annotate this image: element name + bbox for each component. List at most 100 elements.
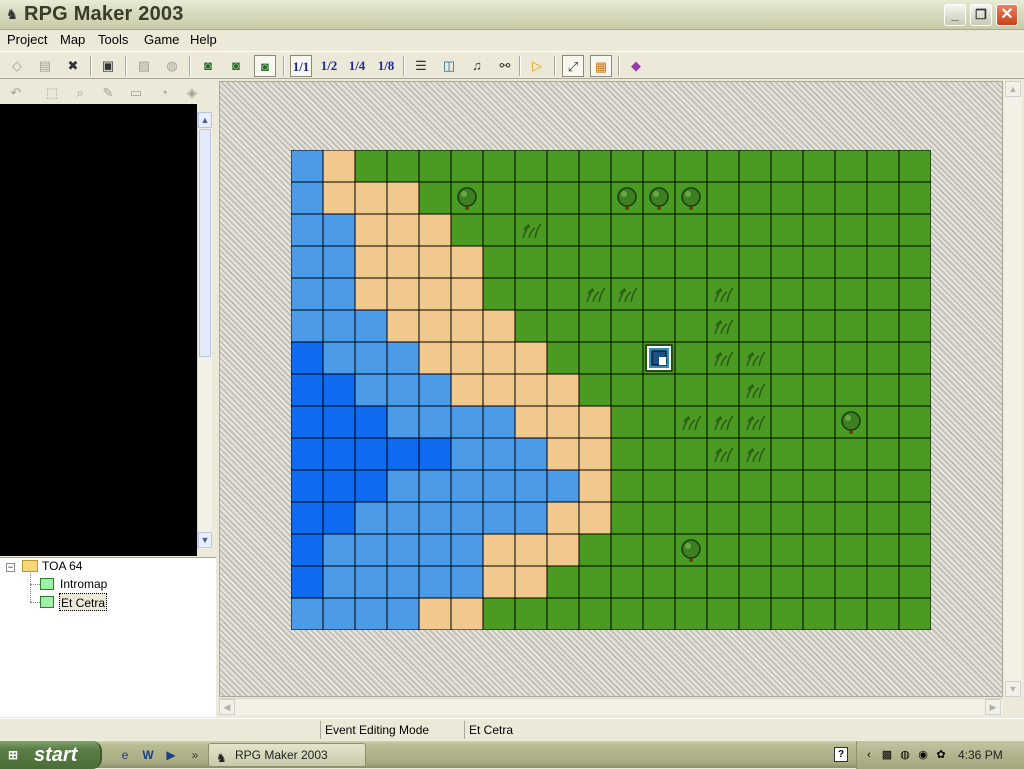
tile-palette[interactable] bbox=[0, 104, 197, 556]
tile-palette-scrollbar[interactable]: ▲ ▼ bbox=[197, 112, 212, 549]
map-tile[interactable] bbox=[835, 598, 867, 630]
map-tile[interactable] bbox=[771, 470, 803, 502]
map-tile[interactable] bbox=[707, 566, 739, 598]
minimize-button[interactable]: _ bbox=[944, 4, 966, 26]
map-tile[interactable] bbox=[387, 470, 419, 502]
map-tile[interactable] bbox=[643, 246, 675, 278]
map-tile[interactable] bbox=[675, 278, 707, 310]
map-tile[interactable] bbox=[451, 246, 483, 278]
map-tile[interactable] bbox=[803, 374, 835, 406]
map-tile[interactable] bbox=[547, 278, 579, 310]
map-tile[interactable] bbox=[547, 566, 579, 598]
map-tile[interactable] bbox=[323, 246, 355, 278]
map-tile[interactable] bbox=[547, 342, 579, 374]
map-tile[interactable] bbox=[835, 566, 867, 598]
map-tile[interactable] bbox=[547, 214, 579, 246]
map-tile[interactable] bbox=[419, 406, 451, 438]
map-tile[interactable] bbox=[739, 374, 771, 406]
map-grid[interactable] bbox=[291, 150, 931, 630]
map-tile[interactable] bbox=[899, 246, 931, 278]
search-icon[interactable]: ⚯ bbox=[494, 55, 516, 77]
map-tile[interactable] bbox=[611, 342, 643, 374]
map-tile[interactable] bbox=[291, 310, 323, 342]
map-tile[interactable] bbox=[707, 598, 739, 630]
map-tile[interactable] bbox=[643, 150, 675, 182]
zoom-1-2-icon[interactable]: 1/2 bbox=[318, 55, 340, 77]
map-tile[interactable] bbox=[835, 374, 867, 406]
map-tile[interactable] bbox=[387, 214, 419, 246]
map-tile[interactable] bbox=[611, 246, 643, 278]
map-tile[interactable] bbox=[739, 406, 771, 438]
map-tile[interactable] bbox=[643, 278, 675, 310]
map-tile[interactable] bbox=[739, 438, 771, 470]
map-tile[interactable] bbox=[835, 310, 867, 342]
map-tile[interactable] bbox=[323, 406, 355, 438]
map-tile[interactable] bbox=[739, 534, 771, 566]
map-tile[interactable] bbox=[707, 470, 739, 502]
map-tile[interactable] bbox=[707, 342, 739, 374]
map-tile[interactable] bbox=[675, 310, 707, 342]
map-tile[interactable] bbox=[739, 150, 771, 182]
map-tile[interactable] bbox=[419, 374, 451, 406]
map-tile[interactable] bbox=[355, 342, 387, 374]
map-tile[interactable] bbox=[899, 214, 931, 246]
map-tile[interactable] bbox=[515, 502, 547, 534]
map-tile[interactable] bbox=[323, 470, 355, 502]
menu-project[interactable]: Project bbox=[7, 32, 47, 47]
map-tile[interactable] bbox=[547, 182, 579, 214]
map-tile[interactable] bbox=[547, 246, 579, 278]
map-tile[interactable] bbox=[323, 566, 355, 598]
upper-layer-icon[interactable]: ◙ bbox=[225, 55, 247, 77]
map-tile[interactable] bbox=[515, 374, 547, 406]
map-tile[interactable] bbox=[899, 502, 931, 534]
map-tile[interactable] bbox=[451, 566, 483, 598]
map-tile[interactable] bbox=[675, 502, 707, 534]
map-tile[interactable] bbox=[291, 374, 323, 406]
map-tile[interactable] bbox=[483, 502, 515, 534]
map-tile[interactable] bbox=[803, 278, 835, 310]
map-tile[interactable] bbox=[579, 566, 611, 598]
scroll-thumb[interactable] bbox=[199, 129, 211, 357]
map-tile[interactable] bbox=[579, 182, 611, 214]
paste-icon[interactable]: ◍ bbox=[161, 55, 183, 77]
map-tile[interactable] bbox=[739, 246, 771, 278]
msn-icon[interactable]: ✿ bbox=[933, 747, 949, 763]
map-tile[interactable] bbox=[707, 438, 739, 470]
map-tile[interactable] bbox=[451, 438, 483, 470]
map-tile[interactable] bbox=[323, 182, 355, 214]
map-tile[interactable] bbox=[323, 598, 355, 630]
map-tile[interactable] bbox=[675, 246, 707, 278]
help-icon[interactable]: ? bbox=[834, 747, 848, 762]
new-project-icon[interactable]: ◇ bbox=[6, 55, 28, 77]
map-tile[interactable] bbox=[675, 374, 707, 406]
tree-item-intromap[interactable]: Intromap bbox=[60, 575, 107, 593]
map-tile[interactable] bbox=[643, 406, 675, 438]
map-tile[interactable] bbox=[515, 278, 547, 310]
map-tile[interactable] bbox=[387, 150, 419, 182]
save-icon[interactable]: ▣ bbox=[97, 55, 119, 77]
map-tile[interactable] bbox=[483, 342, 515, 374]
tree-root-label[interactable]: TOA 64 bbox=[42, 557, 82, 575]
map-tile[interactable] bbox=[291, 182, 323, 214]
map-tile[interactable] bbox=[707, 246, 739, 278]
scroll-left-icon[interactable]: ◀ bbox=[219, 699, 235, 715]
map-tile[interactable] bbox=[771, 438, 803, 470]
menu-game[interactable]: Game bbox=[144, 32, 179, 47]
map-tile[interactable] bbox=[515, 246, 547, 278]
map-tile[interactable] bbox=[899, 342, 931, 374]
map-tile[interactable] bbox=[547, 374, 579, 406]
help-book-icon[interactable]: ◆ bbox=[625, 55, 647, 77]
map-tile[interactable] bbox=[387, 406, 419, 438]
map-tile[interactable] bbox=[611, 374, 643, 406]
menu-tools[interactable]: Tools bbox=[98, 32, 128, 47]
map-tile[interactable] bbox=[355, 502, 387, 534]
map-tile[interactable] bbox=[515, 150, 547, 182]
map-tile[interactable] bbox=[419, 342, 451, 374]
map-tile[interactable] bbox=[835, 438, 867, 470]
map-tile[interactable] bbox=[643, 374, 675, 406]
map-tile[interactable] bbox=[387, 374, 419, 406]
map-canvas-area[interactable] bbox=[219, 81, 1003, 697]
map-tile[interactable] bbox=[611, 598, 643, 630]
zoom-icon[interactable]: ⌕ bbox=[70, 83, 90, 103]
map-tile[interactable] bbox=[803, 150, 835, 182]
